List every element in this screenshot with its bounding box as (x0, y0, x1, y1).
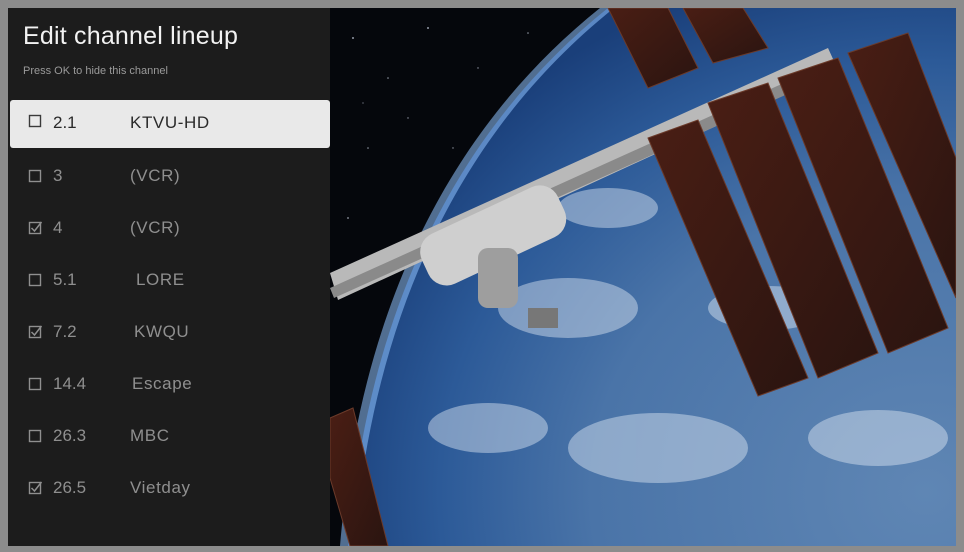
channel-row[interactable]: 3 (VCR) (10, 152, 330, 204)
channel-number: 7.2 (53, 322, 77, 341)
channel-number: 2.1 (53, 113, 77, 132)
checkbox-empty-icon (28, 273, 42, 287)
channel-lineup-panel: Edit channel lineup Press OK to hide thi… (8, 8, 330, 546)
channel-name: KTVU-HD (130, 113, 210, 132)
tv-frame: Edit channel lineup Press OK to hide thi… (0, 0, 964, 552)
channel-name: (VCR) (130, 218, 181, 237)
channel-list: 2.1 KTVU-HD 3 (VCR) 4 (VCR) 5.1 LORE 7.2… (10, 100, 330, 516)
channel-number: 26.5 (53, 478, 87, 497)
channel-row[interactable]: 26.5 Vietday (10, 464, 330, 516)
channel-name: MBC (130, 426, 170, 445)
channel-number: 14.4 (53, 374, 87, 393)
channel-name: (VCR) (130, 166, 181, 185)
channel-number: 5.1 (53, 270, 77, 289)
channel-row[interactable]: 7.2 KWQU (10, 308, 330, 360)
checkbox-empty-icon (28, 169, 42, 183)
channel-row[interactable]: 4 (VCR) (10, 204, 330, 256)
channel-number: 26.3 (53, 426, 87, 445)
checkbox-checked-icon (28, 221, 42, 235)
checkbox-empty-icon (28, 429, 42, 443)
checkbox-empty-icon (28, 377, 42, 391)
channel-row[interactable]: 14.4 Escape (10, 360, 330, 412)
channel-name: Escape (132, 374, 193, 393)
channel-row[interactable]: 26.3 MBC (10, 412, 330, 464)
tv-screen: Edit channel lineup Press OK to hide thi… (8, 8, 956, 546)
channel-name: Vietday (130, 478, 191, 497)
channel-name: KWQU (134, 322, 190, 341)
channel-number: 4 (53, 218, 63, 237)
checkbox-checked-icon (28, 481, 42, 495)
channel-name: LORE (136, 270, 185, 289)
panel-subtitle: Press OK to hide this channel (23, 65, 168, 77)
channel-row[interactable]: 5.1 LORE (10, 256, 330, 308)
panel-title: Edit channel lineup (23, 22, 239, 50)
channel-row[interactable]: 2.1 KTVU-HD (10, 100, 330, 148)
channel-number: 3 (53, 166, 63, 185)
checkbox-empty-icon (28, 114, 42, 128)
checkbox-checked-icon (28, 325, 42, 339)
